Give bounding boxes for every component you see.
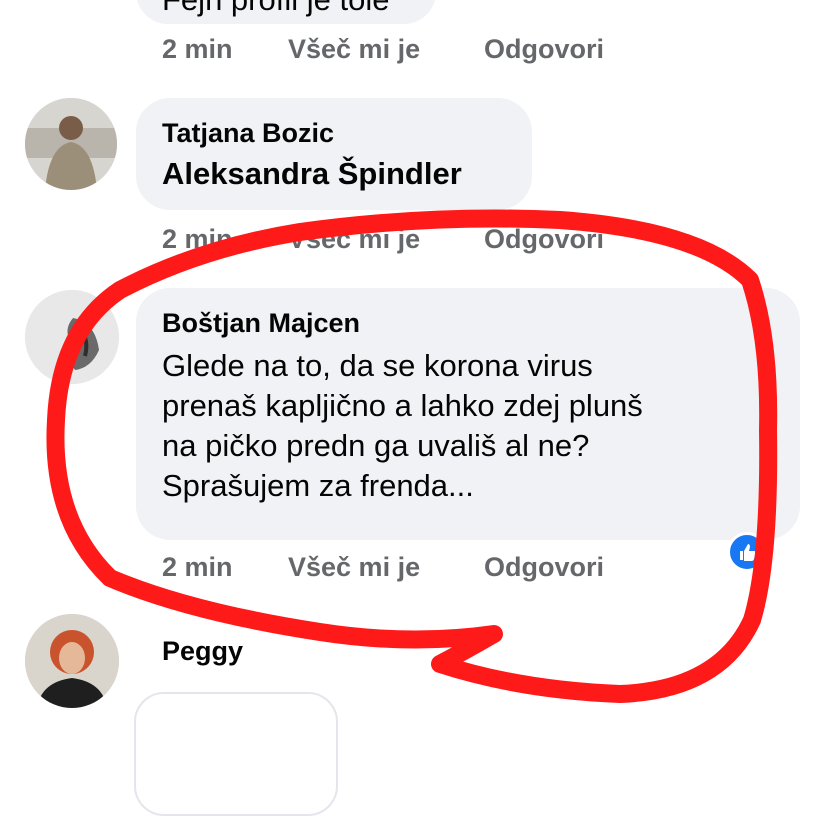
avatar[interactable] (25, 290, 119, 384)
reaction-badge[interactable] (727, 532, 767, 572)
reply-button[interactable]: Odgovori (484, 552, 604, 583)
like-button[interactable]: Všeč mi je (288, 552, 420, 583)
reply-button[interactable]: Odgovori (484, 34, 604, 65)
like-button[interactable]: Všeč mi je (288, 34, 420, 65)
comment-text-line: prenaš kapljično a lahko zdej plunš (162, 388, 643, 423)
comment-text: Fejn profil je tole (162, 0, 389, 20)
comment-author[interactable]: Boštjan Majcen (162, 308, 360, 339)
reply-button[interactable]: Odgovori (484, 224, 604, 255)
avatar[interactable] (25, 614, 119, 708)
comment-text-line: Glede na to, da se korona virus (162, 348, 593, 383)
comment-bubble: Fejn profil je tole (136, 0, 436, 24)
comment-text-line: Sprašujem za frenda... (162, 468, 474, 503)
comment-text[interactable]: Aleksandra Špindler (162, 156, 462, 192)
comment-time[interactable]: 2 min (162, 552, 233, 583)
comment-author[interactable]: Peggy (162, 636, 243, 667)
avatar[interactable] (25, 98, 117, 190)
comment-time[interactable]: 2 min (162, 34, 233, 65)
like-button[interactable]: Všeč mi je (288, 224, 420, 255)
comment-author[interactable]: Tatjana Bozic (162, 118, 334, 149)
image-placeholder[interactable] (134, 692, 338, 816)
comment-text-line: na pičko predn ga uvališ al ne? (162, 428, 590, 463)
comment-bubble: Tatjana Bozic Aleksandra Špindler (136, 98, 532, 210)
comment-time[interactable]: 2 min (162, 224, 233, 255)
thumbs-up-icon (740, 544, 756, 561)
comment-text: Glede na to, da se korona virus prenaš k… (162, 346, 643, 506)
comment-bubble: Boštjan Majcen Glede na to, da se korona… (136, 288, 800, 540)
